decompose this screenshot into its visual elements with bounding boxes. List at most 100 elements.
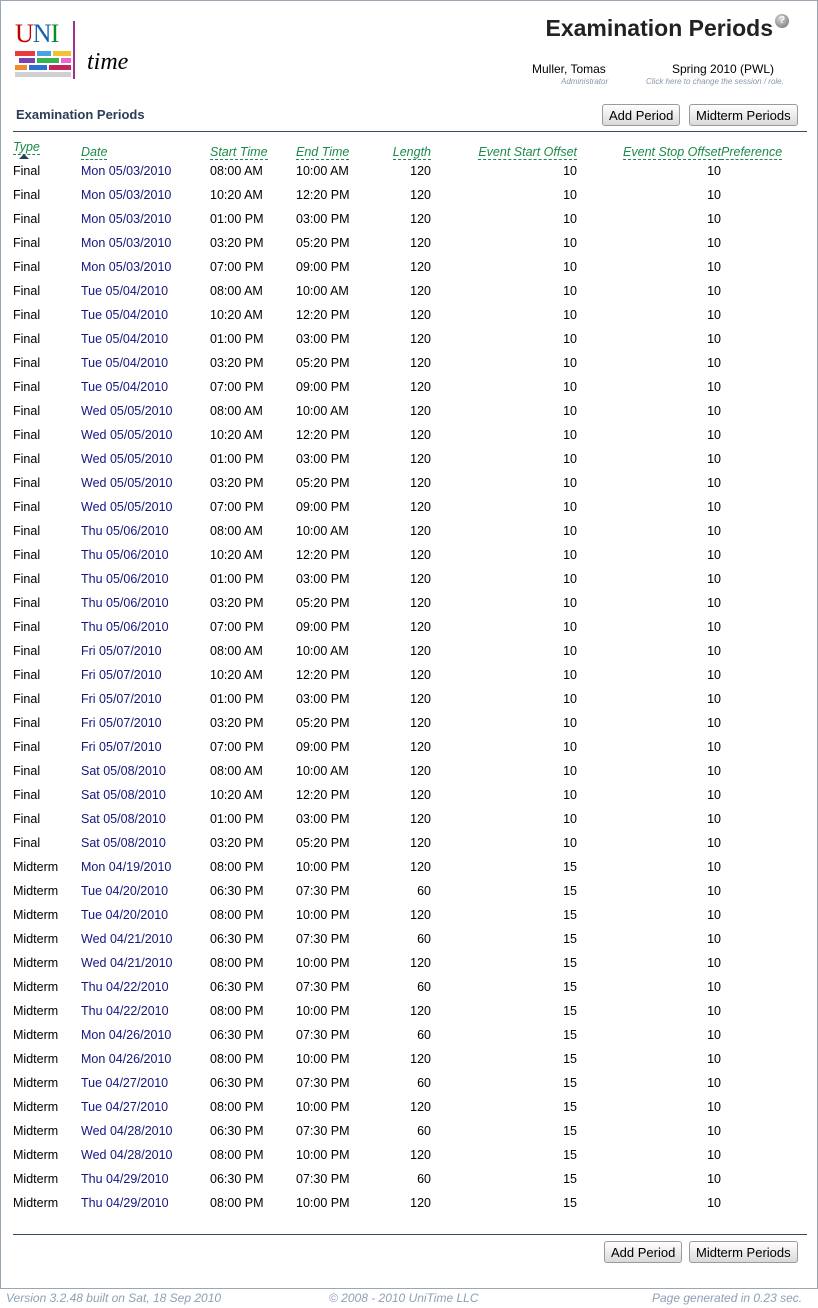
cell-end-time: 09:00 PM: [296, 380, 350, 394]
session-name[interactable]: Spring 2010 (PWL): [672, 62, 774, 76]
cell-preference: [721, 855, 803, 879]
table-row[interactable]: Final Sat 05/08/2010 03:20 PM 05:20 PM 120 10…: [13, 831, 803, 855]
cell-event-start-offset: 10: [563, 668, 577, 682]
session-change-hint[interactable]: Click here to change the session / role.: [646, 77, 784, 86]
cell-event-start-offset: 15: [563, 1124, 577, 1138]
help-icon[interactable]: ?: [775, 14, 789, 28]
cell-end-time: 07:30 PM: [296, 1172, 350, 1186]
cell-event-stop-offset: 10: [707, 812, 721, 826]
table-row[interactable]: Midterm Wed 04/21/2010 06:30 PM 07:30 PM 60 1…: [13, 927, 803, 951]
column-header-event-start-offset[interactable]: Event Start Offset: [431, 135, 577, 160]
table-row[interactable]: Final Wed 05/05/2010 01:00 PM 03:00 PM 120 10…: [13, 447, 803, 471]
table-row[interactable]: Midterm Wed 04/28/2010 06:30 PM 07:30 PM 60 1…: [13, 1119, 803, 1143]
table-row[interactable]: Final Sat 05/08/2010 08:00 AM 10:00 AM 120 10…: [13, 759, 803, 783]
cell-end-time: 03:00 PM: [296, 452, 350, 466]
cell-start-time: 10:20 AM: [210, 188, 263, 202]
table-row[interactable]: Final Thu 05/06/2010 01:00 PM 03:00 PM 120 10…: [13, 567, 803, 591]
cell-end-time: 10:00 PM: [296, 860, 350, 874]
table-row[interactable]: Final Fri 05/07/2010 03:20 PM 05:20 PM 120 10…: [13, 711, 803, 735]
table-row[interactable]: Midterm Thu 04/29/2010 08:00 PM 10:00 PM 120…: [13, 1191, 803, 1215]
unitime-logo[interactable]: UNI time: [13, 19, 131, 83]
column-header-length[interactable]: Length: [376, 135, 431, 160]
cell-preference: [721, 615, 803, 639]
table-row[interactable]: Final Fri 05/07/2010 07:00 PM 09:00 PM 120 10…: [13, 735, 803, 759]
cell-type: Final: [13, 236, 41, 250]
table-row[interactable]: Final Wed 05/05/2010 10:20 AM 12:20 PM 120 10…: [13, 423, 803, 447]
cell-preference: [721, 735, 803, 759]
table-row[interactable]: Final Mon 05/03/2010 03:20 PM 05:20 PM 120 10…: [13, 231, 803, 255]
cell-start-time: 08:00 PM: [210, 1100, 264, 1114]
column-header-date[interactable]: Date: [81, 135, 210, 160]
cell-start-time: 07:00 PM: [210, 740, 264, 754]
cell-event-start-offset: 10: [563, 380, 577, 394]
cell-event-start-offset: 10: [563, 836, 577, 850]
table-row[interactable]: Final Tue 05/04/2010 10:20 AM 12:20 PM 120 10…: [13, 303, 803, 327]
table-row[interactable]: Final Thu 05/06/2010 03:20 PM 05:20 PM 120 10…: [13, 591, 803, 615]
table-row[interactable]: Final Wed 05/05/2010 08:00 AM 10:00 AM 120 10…: [13, 399, 803, 423]
user-name[interactable]: Muller, Tomas: [532, 62, 606, 76]
column-header-start-time[interactable]: Start Time: [210, 135, 296, 160]
table-row[interactable]: Final Mon 05/03/2010 08:00 AM 10:00 AM 120 10…: [13, 159, 803, 183]
add-period-button[interactable]: Add Period: [602, 104, 681, 126]
cell-type: Final: [13, 644, 41, 658]
cell-end-time: 09:00 PM: [296, 260, 350, 274]
cell-event-start-offset: 15: [563, 956, 577, 970]
table-row[interactable]: Midterm Tue 04/27/2010 06:30 PM 07:30 PM 60 1…: [13, 1071, 803, 1095]
table-row[interactable]: Final Fri 05/07/2010 01:00 PM 03:00 PM 120 10…: [13, 687, 803, 711]
column-header-end-time[interactable]: End Time: [296, 135, 376, 160]
cell-start-time: 06:30 PM: [210, 1028, 264, 1042]
table-row[interactable]: Final Sat 05/08/2010 10:20 AM 12:20 PM 120 10…: [13, 783, 803, 807]
table-row[interactable]: Final Mon 05/03/2010 01:00 PM 03:00 PM 120 10…: [13, 207, 803, 231]
midterm-periods-button-bottom[interactable]: Midterm Periods: [689, 1241, 798, 1263]
table-row[interactable]: Final Tue 05/04/2010 08:00 AM 10:00 AM 120 10…: [13, 279, 803, 303]
table-row[interactable]: Final Mon 05/03/2010 10:20 AM 12:20 PM 120 10…: [13, 183, 803, 207]
cell-end-time: 05:20 PM: [296, 596, 350, 610]
table-row[interactable]: Midterm Tue 04/20/2010 06:30 PM 07:30 PM 60 1…: [13, 879, 803, 903]
cell-start-time: 07:00 PM: [210, 260, 264, 274]
table-row[interactable]: Final Wed 05/05/2010 03:20 PM 05:20 PM 120 10…: [13, 471, 803, 495]
table-row[interactable]: Midterm Mon 04/19/2010 08:00 PM 10:00 PM 120…: [13, 855, 803, 879]
table-row[interactable]: Midterm Thu 04/22/2010 08:00 PM 10:00 PM 120…: [13, 999, 803, 1023]
table-row[interactable]: Final Fri 05/07/2010 10:20 AM 12:20 PM 120 10…: [13, 663, 803, 687]
cell-type: Midterm: [13, 1196, 59, 1210]
cell-start-time: 03:20 PM: [210, 596, 264, 610]
table-row[interactable]: Midterm Thu 04/22/2010 06:30 PM 07:30 PM 60 1…: [13, 975, 803, 999]
table-row[interactable]: Midterm Thu 04/29/2010 06:30 PM 07:30 PM 60 1…: [13, 1167, 803, 1191]
cell-preference: [721, 759, 803, 783]
table-row[interactable]: Final Thu 05/06/2010 07:00 PM 09:00 PM 120 10…: [13, 615, 803, 639]
table-row[interactable]: Final Tue 05/04/2010 07:00 PM 09:00 PM 120 10…: [13, 375, 803, 399]
table-row[interactable]: Final Tue 05/04/2010 01:00 PM 03:00 PM 120 10…: [13, 327, 803, 351]
cell-event-start-offset: 15: [563, 1196, 577, 1210]
table-row[interactable]: Midterm Wed 04/28/2010 08:00 PM 10:00 PM 120…: [13, 1143, 803, 1167]
cell-date: Mon 05/03/2010: [81, 188, 172, 202]
table-row[interactable]: Midterm Tue 04/20/2010 08:00 PM 10:00 PM 120…: [13, 903, 803, 927]
cell-length: 120: [410, 956, 431, 970]
cell-preference: [721, 1143, 803, 1167]
add-period-button-bottom[interactable]: Add Period: [604, 1241, 683, 1263]
cell-length: 120: [410, 356, 431, 370]
table-row[interactable]: Final Tue 05/04/2010 03:20 PM 05:20 PM 120 10…: [13, 351, 803, 375]
table-row[interactable]: Final Thu 05/06/2010 08:00 AM 10:00 AM 120 10…: [13, 519, 803, 543]
table-row[interactable]: Final Mon 05/03/2010 07:00 PM 09:00 PM 120 10…: [13, 255, 803, 279]
cell-date: Tue 05/04/2010: [81, 332, 169, 346]
table-row[interactable]: Final Sat 05/08/2010 01:00 PM 03:00 PM 120 10…: [13, 807, 803, 831]
column-header-preference[interactable]: Preference: [721, 135, 803, 160]
cell-event-stop-offset: 10: [707, 260, 721, 274]
cell-event-start-offset: 15: [563, 860, 577, 874]
user-role: Administrator: [561, 77, 609, 86]
table-row[interactable]: Midterm Wed 04/21/2010 08:00 PM 10:00 PM 120…: [13, 951, 803, 975]
column-header-event-stop-offset[interactable]: Event Stop Offset: [577, 135, 721, 160]
midterm-periods-button[interactable]: Midterm Periods: [689, 104, 798, 126]
table-row[interactable]: Final Fri 05/07/2010 08:00 AM 10:00 AM 120 10…: [13, 639, 803, 663]
table-row[interactable]: Midterm Tue 04/27/2010 08:00 PM 10:00 PM 120…: [13, 1095, 803, 1119]
table-row[interactable]: Final Wed 05/05/2010 07:00 PM 09:00 PM 120 10…: [13, 495, 803, 519]
cell-date: Wed 04/28/2010: [81, 1148, 173, 1162]
table-row[interactable]: Midterm Mon 04/26/2010 08:00 PM 10:00 PM 120…: [13, 1047, 803, 1071]
table-row[interactable]: Midterm Mon 04/26/2010 06:30 PM 07:30 PM 60 1…: [13, 1023, 803, 1047]
cell-type: Midterm: [13, 884, 59, 898]
cell-date: Tue 04/20/2010: [81, 884, 169, 898]
column-header-type[interactable]: Type: [13, 135, 81, 159]
cell-length: 120: [410, 236, 431, 250]
table-row[interactable]: Final Thu 05/06/2010 10:20 AM 12:20 PM 120 10…: [13, 543, 803, 567]
cell-event-start-offset: 10: [563, 740, 577, 754]
